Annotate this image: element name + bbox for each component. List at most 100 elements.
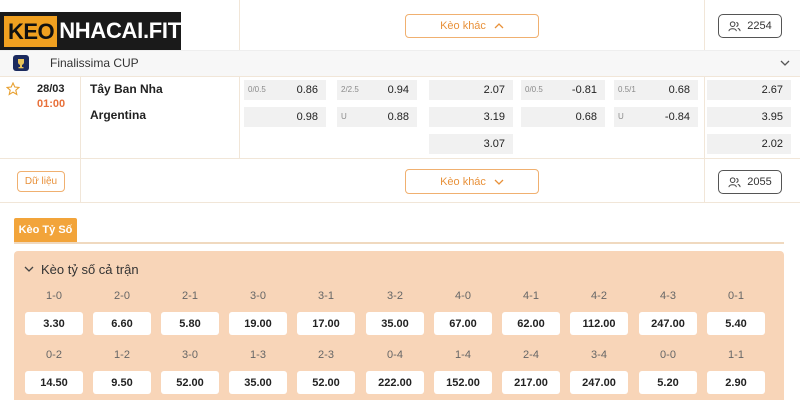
chevron-up-icon	[494, 23, 504, 29]
odd-ou-h1-under[interactable]: U -0.84	[614, 107, 698, 127]
match-data-button[interactable]: Dữ liệu	[17, 171, 65, 192]
viewer-count-button[interactable]: 2055	[718, 170, 782, 194]
score-label: 0-4	[387, 349, 403, 361]
score-label: 1-1	[728, 349, 744, 361]
viewer-count: 2254	[747, 20, 772, 32]
odd-1x2-ft-draw[interactable]: 3.07	[429, 134, 513, 154]
score-label: 2-1	[182, 290, 198, 302]
viewer-count-button-top[interactable]: 2254	[718, 14, 782, 38]
score-label: 2-0	[114, 290, 130, 302]
score-label: 4-1	[523, 290, 539, 302]
score-odd-button[interactable]: 19.00	[229, 312, 287, 335]
score-odd-button[interactable]: 62.00	[502, 312, 560, 335]
odd-value: 2.02	[761, 138, 783, 150]
odd-value: 2.67	[761, 84, 783, 96]
chevron-down-icon	[494, 179, 504, 185]
score-label: 3-1	[318, 290, 334, 302]
odd-value: 0.68	[668, 84, 690, 96]
odd-value: 0.98	[296, 111, 318, 123]
score-odd-button[interactable]: 6.60	[93, 312, 151, 335]
score-odd-button[interactable]: 5.80	[161, 312, 219, 335]
odd-line: U	[618, 112, 624, 121]
odd-hdp-ft-home[interactable]: 0/0.5 0.86	[244, 80, 326, 100]
odd-ou-ft-over[interactable]: 2/2.5 0.94	[337, 80, 417, 100]
odd-1x2-ft-away[interactable]: 3.19	[429, 107, 513, 127]
odd-value: 2.07	[483, 84, 505, 96]
score-odd-button[interactable]: 3.30	[25, 312, 83, 335]
odd-hdp-h1-away[interactable]: 0.68	[521, 107, 605, 127]
score-label: 4-2	[591, 290, 607, 302]
score-label: 1-4	[455, 349, 471, 361]
site-logo[interactable]: KEO NHACAI.FIT	[0, 12, 181, 50]
match-date: 28/03	[37, 83, 65, 95]
odd-value: 0.86	[296, 84, 318, 96]
users-icon	[728, 176, 741, 187]
odd-1x2-ft-home[interactable]: 2.07	[429, 80, 513, 100]
score-odd-button[interactable]: 247.00	[570, 371, 628, 394]
score-odd-button[interactable]: 67.00	[434, 312, 492, 335]
odd-value: -0.81	[571, 84, 597, 96]
match-data-label: Dữ liệu	[24, 176, 58, 187]
odd-line: 0/0.5	[248, 85, 266, 94]
odd-1x2-h1-draw[interactable]: 2.02	[707, 134, 791, 154]
more-odds-button-top[interactable]: Kèo khác	[405, 14, 539, 38]
score-odd-button[interactable]: 222.00	[366, 371, 424, 394]
logo-suffix: NHACAI.FIT	[59, 18, 181, 43]
tab-correct-score[interactable]: Kèo Tỷ Số	[14, 218, 77, 242]
score-odd-button[interactable]: 5.20	[639, 371, 697, 394]
odd-hdp-h1-home[interactable]: 0/0.5 -0.81	[521, 80, 605, 100]
odd-value: 3.95	[761, 111, 783, 123]
odd-line: 0/0.5	[525, 85, 543, 94]
score-odd-button[interactable]: 9.50	[93, 371, 151, 394]
score-label: 4-3	[660, 290, 676, 302]
tab-label: Kèo Tỷ Số	[18, 224, 73, 236]
odd-value: 3.19	[483, 111, 505, 123]
score-odd-button[interactable]: 2.90	[707, 371, 765, 394]
favorite-star-icon[interactable]	[6, 82, 20, 96]
odd-value: 3.07	[483, 138, 505, 150]
odd-value: 0.88	[387, 111, 409, 123]
score-odd-button[interactable]: 35.00	[229, 371, 287, 394]
collapse-league-chevron-icon[interactable]	[779, 57, 791, 69]
score-odd-button[interactable]: 217.00	[502, 371, 560, 394]
chevron-down-icon[interactable]	[24, 264, 34, 274]
odd-line: 2/2.5	[341, 85, 359, 94]
users-icon	[728, 20, 741, 31]
score-odd-button[interactable]: 52.00	[297, 371, 355, 394]
score-label: 3-0	[250, 290, 266, 302]
home-team: Tây Ban Nha	[90, 82, 163, 96]
score-label: 1-0	[46, 290, 62, 302]
score-odd-button[interactable]: 5.40	[707, 312, 765, 335]
panel-title: Kèo tỷ số cả trận	[41, 262, 139, 277]
odd-value: 0.94	[387, 84, 409, 96]
league-name: Finalissima CUP	[50, 56, 139, 70]
score-label: 3-2	[387, 290, 403, 302]
score-label: 1-2	[114, 349, 130, 361]
score-label: 4-0	[455, 290, 471, 302]
score-odd-button[interactable]: 35.00	[366, 312, 424, 335]
score-odd-button[interactable]: 14.50	[25, 371, 83, 394]
odd-1x2-h1-away[interactable]: 3.95	[707, 107, 791, 127]
odd-ou-ft-under[interactable]: U 0.88	[337, 107, 417, 127]
viewer-count: 2055	[747, 176, 772, 188]
score-label: 2-3	[318, 349, 334, 361]
score-odd-button[interactable]: 152.00	[434, 371, 492, 394]
odd-1x2-h1-home[interactable]: 2.67	[707, 80, 791, 100]
odd-line: 0.5/1	[618, 85, 636, 94]
odd-value: 0.68	[575, 111, 597, 123]
more-odds-label: Kèo khác	[440, 20, 486, 32]
score-label: 1-3	[250, 349, 266, 361]
score-label: 3-0	[182, 349, 198, 361]
score-odd-button[interactable]: 52.00	[161, 371, 219, 394]
score-odd-button[interactable]: 112.00	[570, 312, 628, 335]
odd-value: -0.84	[664, 111, 690, 123]
odd-ou-h1-over[interactable]: 0.5/1 0.68	[614, 80, 698, 100]
odd-line: U	[341, 112, 347, 121]
more-odds-button[interactable]: Kèo khác	[405, 169, 539, 194]
odd-hdp-ft-away[interactable]: 0.98	[244, 107, 326, 127]
score-odd-button[interactable]: 17.00	[297, 312, 355, 335]
score-odd-button[interactable]: 247.00	[639, 312, 697, 335]
score-label: 0-1	[728, 290, 744, 302]
tab-underline	[14, 242, 784, 244]
match-time: 01:00	[37, 98, 66, 110]
